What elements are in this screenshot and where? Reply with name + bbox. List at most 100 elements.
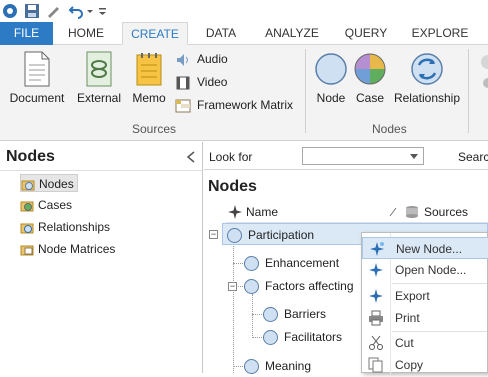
tree-row-label: Facilitators [284,330,343,344]
ribbon-separator [468,49,469,133]
scissors-icon [369,335,383,350]
document-button[interactable]: Document [6,49,68,109]
tree-row-facilitators[interactable]: Facilitators [263,326,342,348]
find-bar: Look for Searc [204,142,488,170]
node-icon [244,256,259,272]
node-button[interactable]: Node [311,49,351,109]
node-icon [263,330,278,346]
menu-item-label: Export [395,289,430,303]
case-icon [354,53,386,85]
edit-icon[interactable] [45,3,61,19]
memo-icon [136,53,162,86]
tab-file[interactable]: FILE [0,22,53,45]
menu-item-new-node[interactable]: New Node... [362,237,488,259]
node-icon [244,279,259,295]
node-icon [315,53,347,85]
context-menu: New Node... Open Node... Export Print Cu… [361,232,488,374]
framework-matrix-label: Framework Matrix [197,98,294,112]
tree-row-label: Enhancement [265,256,340,270]
tab-create[interactable]: CREATE [122,22,188,45]
new-node-icon [370,242,384,256]
menu-item-cut[interactable]: Cut [362,332,488,354]
video-label: Video [197,75,228,89]
quick-access-toolbar [0,0,488,22]
nodes-group-label: Nodes [372,122,407,136]
case-label: Case [355,91,384,105]
menu-item-label: Print [395,311,420,325]
relationship-label: Relationship [393,91,461,105]
node-matrices-folder-icon [20,245,34,256]
menu-item-open-node[interactable]: Open Node... [362,259,488,281]
nav-item-relationships[interactable]: Relationships [20,218,110,236]
menu-item-label: New Node... [396,242,463,256]
open-node-icon [369,263,383,277]
collapse-toggle-icon[interactable]: − [228,282,237,291]
app-logo-icon [2,3,18,19]
save-icon[interactable] [24,3,40,19]
ribbon: Document External Memo Audio Video Frame… [0,45,488,141]
column-name[interactable]: Name [246,205,278,219]
undo-icon[interactable] [68,3,84,19]
node-star-icon [228,205,242,219]
collapse-panel-icon[interactable] [186,151,196,163]
tree-line [233,240,234,373]
nav-item-label: Relationships [38,220,111,234]
sources-group-label: Sources [132,122,177,136]
node-icon [227,228,242,244]
video-button[interactable]: Video [175,73,227,91]
framework-matrix-button[interactable]: Framework Matrix [175,96,293,114]
tree-row-label: Meaning [265,359,312,373]
menu-item-export[interactable]: Export [362,285,488,307]
tree-row-factors-affecting[interactable]: Factors affecting [244,275,354,297]
printer-icon [369,310,383,326]
customize-toolbar-icon[interactable] [98,3,114,19]
export-icon [369,289,383,303]
menu-divider [392,283,487,284]
audio-label: Audio [197,52,228,66]
column-sources[interactable]: Sources [424,205,468,219]
node-label: Node [316,91,346,105]
collapse-toggle-icon[interactable]: − [209,230,218,239]
tree-row-enhancement[interactable]: Enhancement [244,252,339,274]
case-button[interactable]: Case [351,49,389,109]
document-icon [24,51,50,87]
tab-explore[interactable]: EXPLORE [405,22,475,45]
tree-row-label: Factors affecting [265,279,354,293]
tree-line [252,294,253,338]
memo-button[interactable]: Memo [128,49,170,109]
relationship-icon [411,53,443,85]
relationships-folder-icon [20,223,34,234]
external-label: External [76,91,122,105]
tree-row-meaning[interactable]: Meaning [244,355,311,377]
tab-analyze[interactable]: ANALYZE [258,22,326,45]
nav-item-cases[interactable]: Cases [20,196,72,214]
sources-db-icon [406,206,418,218]
tab-home[interactable]: HOME [60,22,112,45]
tab-query[interactable]: QUERY [338,22,394,45]
menu-item-label: Open Node... [395,263,467,277]
sort-icon[interactable] [389,207,397,217]
tree-row-barriers[interactable]: Barriers [263,303,326,325]
dropdown-arrow-icon[interactable] [410,154,418,160]
navigation-title: Nodes [6,148,55,165]
nav-item-label: Cases [38,198,73,212]
tree-row-label: Barriers [284,307,327,321]
relationship-button[interactable]: Relationship [392,49,462,109]
nav-item-label: Node Matrices [38,242,116,256]
look-for-label: Look for [209,150,253,164]
nav-item-node-matrices[interactable]: Node Matrices [20,240,115,258]
menu-item-print[interactable]: Print [362,307,488,329]
tab-data[interactable]: DATA [196,22,246,45]
more-ribbon-icon [481,55,488,88]
audio-button[interactable]: Audio [175,50,228,68]
search-button[interactable]: Searc [458,150,488,164]
external-button[interactable]: External [74,49,124,109]
look-for-input[interactable] [302,147,424,165]
ribbon-tabs: FILE HOME CREATE DATA ANALYZE QUERY EXPL… [0,22,488,45]
nav-item-nodes[interactable]: Nodes [20,174,78,192]
speaker-icon [177,53,188,66]
tree-row-label: Participation [248,228,315,242]
ribbon-separator [305,49,306,133]
cases-folder-icon [20,201,34,212]
menu-item-label: Cut [395,336,414,350]
